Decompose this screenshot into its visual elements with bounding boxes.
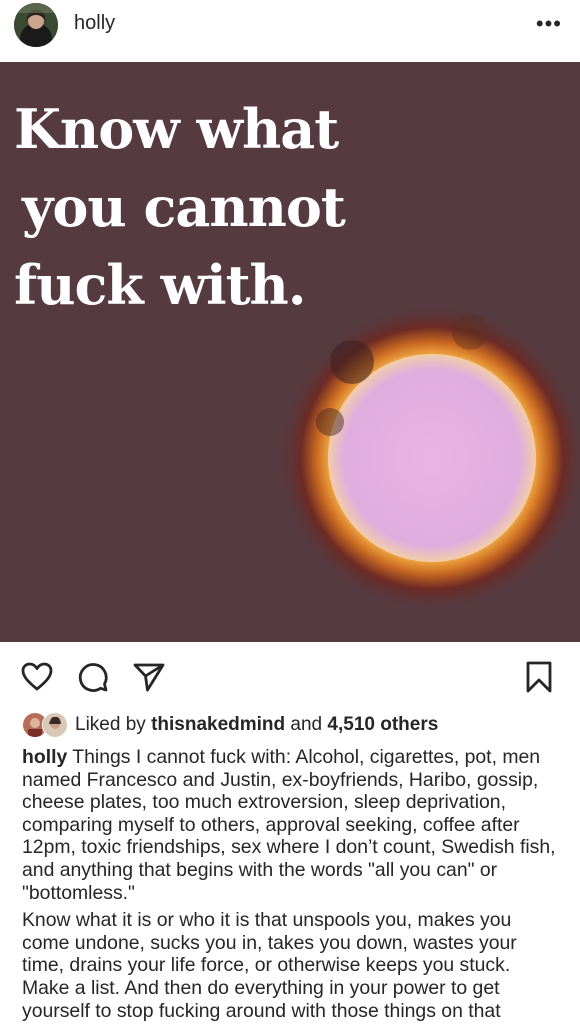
post-actions (0, 642, 580, 712)
likes-joiner: and (290, 714, 323, 735)
post-image[interactable]: Know what you cannot fuck with. (0, 62, 580, 642)
caption-paragraph-1: holly Things I cannot fuck with: Alcohol… (22, 746, 562, 904)
caption-paragraph-2: Know what it is or who it is that unspoo… (22, 909, 517, 1022)
bookmark-icon[interactable] (522, 660, 556, 694)
caption-text-1: Things I cannot fuck with: Alcohol, ciga… (22, 746, 556, 904)
more-horizontal-icon[interactable]: ••• (536, 13, 562, 35)
comment-icon[interactable] (76, 660, 110, 694)
post-caption: holly Things I cannot fuck with: Alcohol… (22, 746, 562, 1027)
liker-avatars (22, 712, 70, 738)
username[interactable]: holly (74, 12, 115, 35)
headline-line-3: fuck with. (14, 253, 307, 317)
headline-line-2: you cannot (22, 175, 346, 239)
liker-username[interactable]: thisnakedmind (151, 714, 285, 736)
likes-summary[interactable]: Liked by thisnakedmind and 4,510 others (22, 712, 438, 738)
post-headline: Know what you cannot fuck with. (14, 90, 454, 324)
caption-username[interactable]: holly (22, 746, 67, 768)
liker-avatar (42, 712, 68, 738)
avatar[interactable] (14, 3, 58, 47)
likes-count[interactable]: 4,510 others (327, 714, 438, 736)
likes-prefix: Liked by (75, 714, 146, 735)
post-header: holly ••• (0, 0, 580, 62)
heart-icon[interactable] (20, 660, 54, 694)
headline-line-1: Know what (14, 97, 339, 161)
send-icon[interactable] (132, 660, 166, 694)
